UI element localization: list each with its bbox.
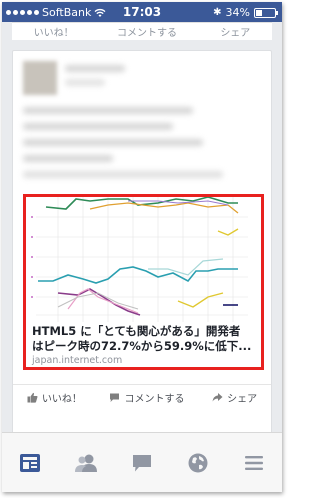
friends-icon bbox=[75, 454, 97, 472]
messages-icon bbox=[133, 455, 151, 472]
battery-percent: 34% bbox=[225, 6, 250, 19]
like-label: いいね！ bbox=[41, 394, 82, 405]
shared-link-card[interactable]: HTML5 に「とても関心がある」開発者 はピーク時の72.7%から59.9%に… bbox=[23, 194, 264, 370]
notifications-globe-icon bbox=[188, 453, 208, 473]
share-label: シェア bbox=[227, 394, 258, 405]
bluetooth-icon: ✱ bbox=[213, 7, 222, 18]
avatar[interactable] bbox=[23, 61, 57, 95]
link-title-line1: HTML5 に「とても関心がある」開発者 bbox=[32, 324, 241, 338]
comment-button[interactable]: コメントする bbox=[109, 390, 184, 405]
battery-icon bbox=[254, 7, 278, 18]
tab-friends[interactable] bbox=[58, 433, 114, 492]
status-bar: SoftBank 17:03 ✱ 34% bbox=[2, 2, 282, 22]
tab-news-feed[interactable] bbox=[2, 433, 58, 492]
prev-share-button[interactable]: シェア bbox=[220, 24, 250, 39]
link-preview-image bbox=[28, 197, 259, 322]
post-actions: いいね！ コメントする シェア bbox=[13, 384, 271, 410]
comment-label: コメントする bbox=[124, 394, 185, 405]
like-button[interactable]: いいね！ bbox=[27, 390, 82, 405]
thumbs-up-icon bbox=[27, 392, 38, 403]
tab-menu[interactable] bbox=[226, 433, 282, 492]
share-arrow-icon bbox=[212, 393, 223, 402]
tab-notifications[interactable] bbox=[170, 433, 226, 492]
prev-comment-button[interactable]: コメントする bbox=[117, 24, 177, 39]
link-title-line2: はピーク時の72.7%から59.9%に低下... bbox=[32, 339, 252, 353]
phone-screen: SoftBank 17:03 ✱ 34% いいね！ コメントする シェア HTM… bbox=[2, 2, 282, 492]
previous-post-actions: いいね！ コメントする シェア bbox=[12, 22, 272, 40]
news-feed-icon bbox=[20, 454, 40, 472]
bottom-tab-bar bbox=[2, 432, 282, 492]
comment-icon bbox=[110, 393, 120, 402]
link-domain: japan.internet.com bbox=[32, 355, 123, 366]
share-button[interactable]: シェア bbox=[212, 390, 257, 405]
prev-like-button[interactable]: いいね！ bbox=[34, 24, 74, 39]
menu-icon bbox=[245, 456, 263, 470]
tab-messages[interactable] bbox=[114, 433, 170, 492]
blurred-post-content bbox=[13, 51, 271, 191]
